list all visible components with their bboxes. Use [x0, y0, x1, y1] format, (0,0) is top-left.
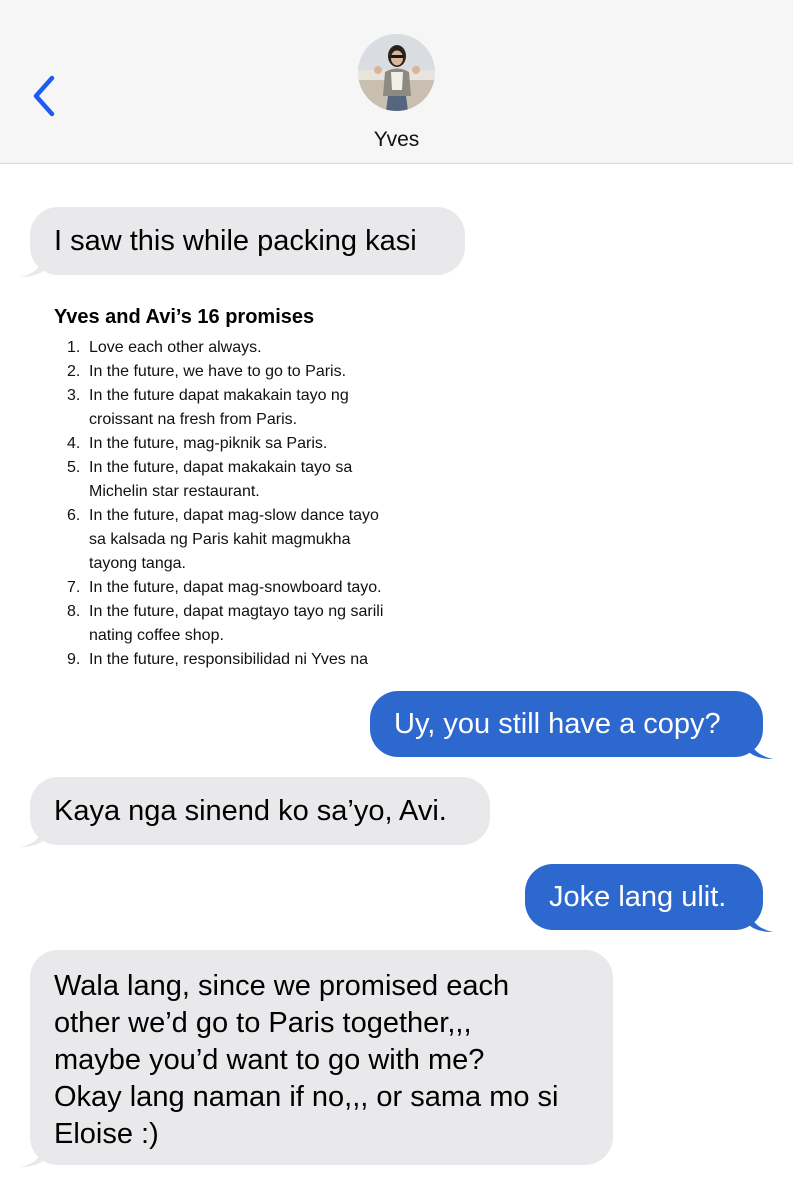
- list-line: tayong tanga.: [89, 555, 186, 572]
- back-button[interactable]: [28, 74, 64, 118]
- message-line: other we’d go to Paris together,,,: [54, 1007, 472, 1039]
- bubble-tail: [20, 1145, 46, 1167]
- list-line: Love each other always.: [89, 339, 262, 356]
- list-line: Michelin star restaurant.: [89, 483, 260, 500]
- list-line: sa kalsada ng Paris kahit magmukha: [89, 531, 351, 548]
- list-number: 6.: [67, 507, 81, 524]
- message-text: Joke lang ulit.: [549, 881, 727, 913]
- list-line: In the future, we have to go to Paris.: [89, 363, 347, 380]
- message-line: Okay lang naman if no,,, or sama mo si: [54, 1081, 559, 1113]
- list-line: In the future, responsibilidad ni Yves n…: [89, 651, 368, 668]
- attachment-title: Yves and Avi’s 16 promises: [54, 306, 315, 328]
- list-line: croissant na fresh from Paris.: [89, 411, 298, 428]
- message-bubble-outgoing[interactable]: Joke lang ulit.: [525, 864, 773, 932]
- list-item: 4. In the future, mag-piknik sa Paris.: [54, 432, 414, 456]
- list-number: 1.: [67, 339, 81, 356]
- list-line: In the future, mag-piknik sa Paris.: [89, 435, 328, 452]
- chevron-left-icon: [33, 75, 55, 117]
- list-line: In the future, dapat magtayo tayo ng sar…: [89, 603, 384, 620]
- bubble-tail: [747, 737, 773, 759]
- list-line: nating coffee shop.: [89, 627, 224, 644]
- list-item: 6. In the future, dapat mag-slow dance ta…: [54, 504, 414, 576]
- message-bubble-incoming[interactable]: Wala lang, since we promised each other …: [20, 950, 613, 1167]
- message-text: I saw this while packing kasi: [54, 225, 417, 257]
- list-line: In the future, dapat mag-snowboard tayo.: [89, 579, 382, 596]
- contact-name[interactable]: Yves: [0, 128, 793, 152]
- list-number: 3.: [67, 387, 81, 404]
- message-text: Uy, you still have a copy?: [394, 708, 721, 740]
- list-line: In the future, dapat mag-slow dance tayo: [89, 507, 379, 524]
- list-line: In the future, dapat makakain tayo sa: [89, 459, 353, 476]
- list-line: In the future dapat makakain tayo ng: [89, 387, 349, 404]
- list-number: 7.: [67, 579, 81, 596]
- avatar-photo: [358, 34, 435, 111]
- list-number: 9.: [67, 651, 81, 668]
- bubble-tail: [20, 825, 46, 847]
- list-item: 1. Love each other always.: [54, 336, 414, 360]
- image-attachment[interactable]: Yves and Avi’s 16 promises 1. Love each o…: [30, 292, 450, 678]
- list-number: 4.: [67, 435, 81, 452]
- list-item: 7. In the future, dapat mag-snowboard tay…: [54, 576, 414, 600]
- list-item: 8. In the future, dapat magtayo tayo ng s…: [54, 600, 414, 648]
- message-bubble-incoming[interactable]: Kaya nga sinend ko sa’yo, Avi.: [20, 777, 490, 847]
- promise-list: 1. Love each other always. 2. In the futur…: [54, 336, 414, 672]
- list-number: 2.: [67, 363, 81, 380]
- list-number: 8.: [67, 603, 81, 620]
- message-line: Wala lang, since we promised each: [54, 970, 510, 1002]
- bubble-tail: [20, 255, 46, 277]
- list-item: 9. In the future, responsibilidad ni Yves…: [54, 648, 414, 672]
- conversation-header: Yves: [0, 0, 793, 164]
- list-number: 5.: [67, 459, 81, 476]
- message-text: Kaya nga sinend ko sa’yo, Avi.: [54, 795, 447, 827]
- list-item: 5. In the future, dapat makakain tayo sa M…: [54, 456, 414, 504]
- list-item: 3. In the future dapat makakain tayo ng cr…: [54, 384, 414, 432]
- contact-avatar[interactable]: [358, 34, 435, 111]
- message-bubble-outgoing[interactable]: Uy, you still have a copy?: [370, 691, 773, 759]
- bubble-tail: [747, 910, 773, 932]
- message-bubble-incoming[interactable]: I saw this while packing kasi: [20, 207, 465, 277]
- message-line: Eloise :): [54, 1118, 159, 1150]
- message-line: maybe you’d want to go with me?: [54, 1044, 485, 1076]
- list-item: 2. In the future, we have to go to Paris.: [54, 360, 414, 384]
